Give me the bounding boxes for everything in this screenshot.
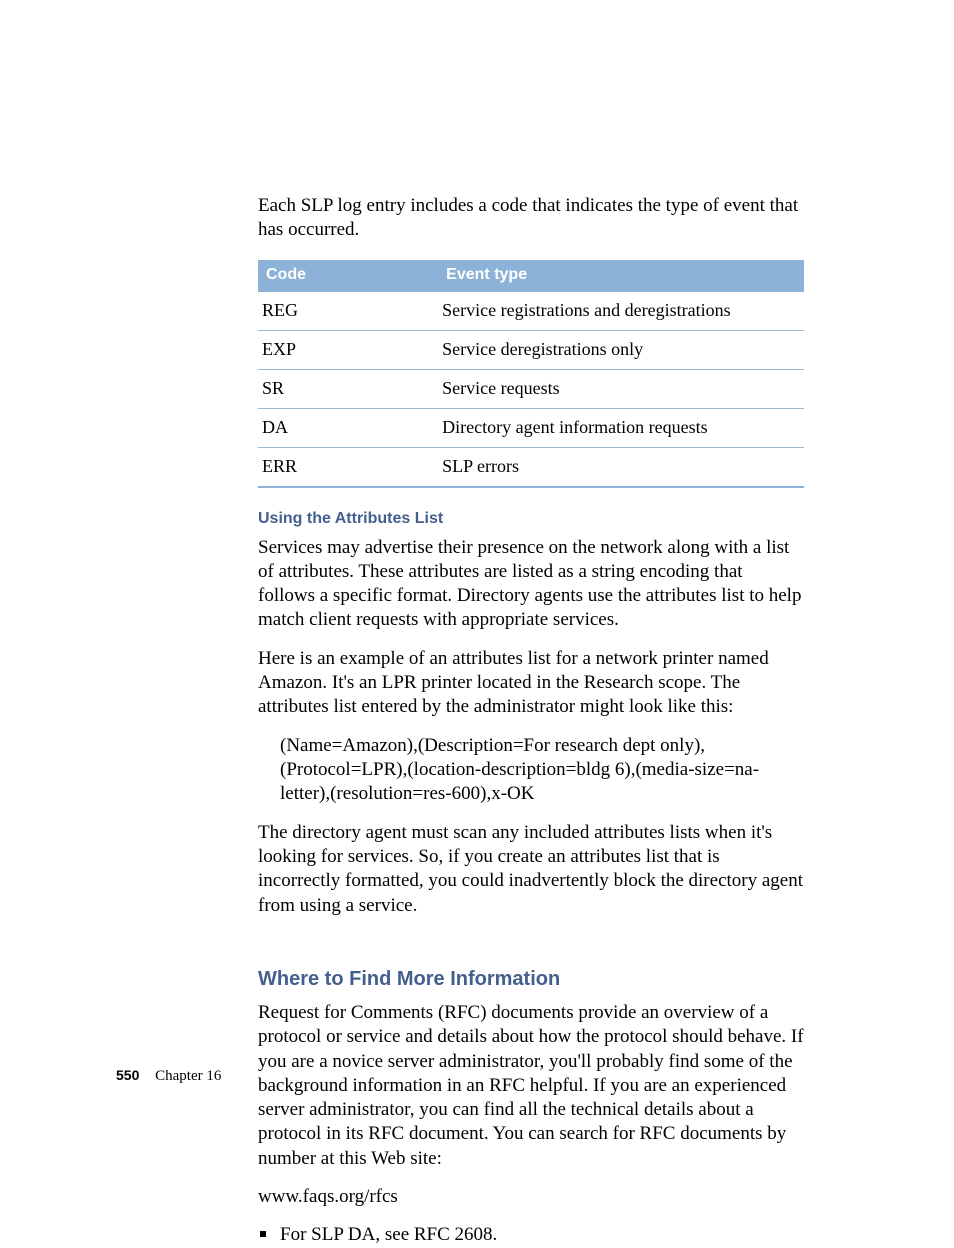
cell-code: SR — [258, 369, 438, 408]
cell-event: Service requests — [438, 369, 804, 408]
table-row: EXP Service deregistrations only — [258, 330, 804, 369]
cell-event: Service deregistrations only — [438, 330, 804, 369]
intro-text: Each SLP log entry includes a code that … — [258, 194, 804, 242]
code-table: Code Event type REG Service registration… — [258, 260, 804, 488]
cell-event: Directory agent information requests — [438, 408, 804, 447]
table-row: ERR SLP errors — [258, 447, 804, 487]
cell-code: EXP — [258, 330, 438, 369]
table-row: DA Directory agent information requests — [258, 408, 804, 447]
table-header-row: Code Event type — [258, 260, 804, 291]
cell-code: ERR — [258, 447, 438, 487]
th-code: Code — [258, 260, 438, 291]
moreinfo-p1: Request for Comments (RFC) documents pro… — [258, 1001, 804, 1171]
cell-event: Service registrations and deregistration… — [438, 291, 804, 331]
page-footer: 550 Chapter 16 — [116, 1067, 221, 1085]
bullet-list: For SLP DA, see RFC 2608. — [258, 1223, 804, 1247]
heading-attributes: Using the Attributes List — [258, 510, 804, 528]
table-row: REG Service registrations and deregistra… — [258, 291, 804, 331]
attributes-example: (Name=Amazon),(Description=For research … — [258, 734, 804, 807]
attributes-p1: Services may advertise their presence on… — [258, 536, 804, 633]
attributes-p3: The directory agent must scan any includ… — [258, 821, 804, 918]
chapter-label: Chapter 16 — [155, 1068, 221, 1084]
page: Each SLP log entry includes a code that … — [0, 0, 954, 1235]
attributes-p2: Here is an example of an attributes list… — [258, 647, 804, 720]
moreinfo-url: www.faqs.org/rfcs — [258, 1185, 804, 1209]
cell-event: SLP errors — [438, 447, 804, 487]
th-event: Event type — [438, 260, 804, 291]
list-item: For SLP DA, see RFC 2608. — [258, 1223, 804, 1247]
cell-code: REG — [258, 291, 438, 331]
heading-moreinfo: Where to Find More Information — [258, 968, 804, 991]
page-number: 550 — [116, 1067, 139, 1083]
cell-code: DA — [258, 408, 438, 447]
table-row: SR Service requests — [258, 369, 804, 408]
